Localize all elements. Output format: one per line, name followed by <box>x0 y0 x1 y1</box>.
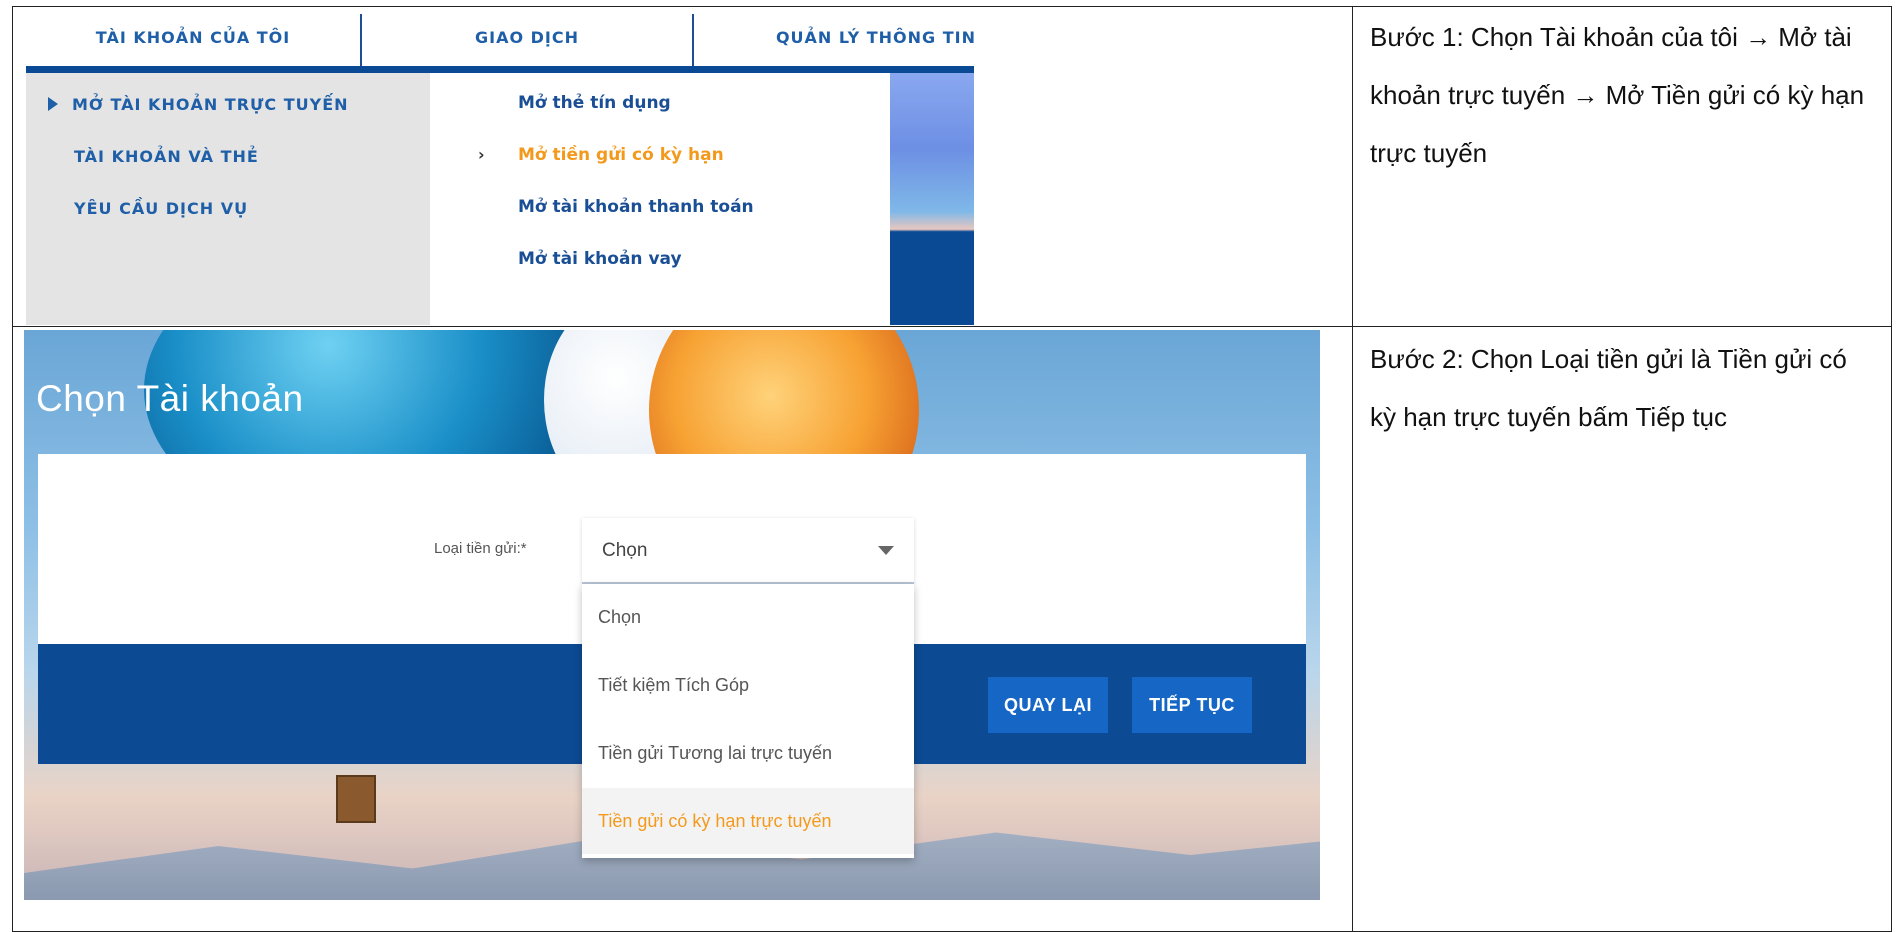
menu-submenu-panel: Mở thẻ tín dụng › Mở tiền gửi có kỳ hạn … <box>430 73 890 325</box>
menu-left-panel: MỞ TÀI KHOẢN TRỰC TUYẾN TÀI KHOẢN VÀ THẺ… <box>26 73 430 325</box>
table-divider-vertical <box>1352 6 1353 932</box>
top-navigation: TÀI KHOẢN CỦA TÔI GIAO DỊCH QUẢN LÝ THÔN… <box>26 8 974 66</box>
deposit-type-select[interactable]: Chọn <box>582 518 914 584</box>
caret-right-icon <box>48 97 58 111</box>
dropdown-option[interactable]: Tiết kiệm Tích Góp <box>582 652 914 718</box>
deposit-type-dropdown: Chọn Tiết kiệm Tích Góp Tiền gửi Tương l… <box>582 584 914 858</box>
select-value: Chọn <box>602 540 648 561</box>
tab-my-account[interactable]: TÀI KHOẢN CỦA TÔI <box>26 8 360 66</box>
menu-item-accounts-cards[interactable]: TÀI KHOẢN VÀ THẺ <box>74 147 259 166</box>
submenu-open-term-deposit[interactable]: Mở tiền gửi có kỳ hạn <box>518 145 724 165</box>
menu-item-open-online-account[interactable]: MỞ TÀI KHOẢN TRỰC TUYẾN <box>72 95 349 114</box>
dropdown-option-selected[interactable]: Tiền gửi có kỳ hạn trực tuyến <box>582 788 914 854</box>
step2-instruction: Bước 2: Chọn Loại tiền gửi là Tiền gửi c… <box>1370 344 1847 432</box>
chevron-right-icon: › <box>478 145 485 164</box>
page-title: Chọn Tài khoản <box>36 378 304 419</box>
menu-item-service-requests[interactable]: YÊU CẦU DỊCH VỤ <box>74 199 248 218</box>
tab-info-management[interactable]: QUẢN LÝ THÔNG TIN <box>694 8 974 66</box>
back-button[interactable]: QUAY LẠI <box>988 677 1108 733</box>
balloon-basket-image <box>336 775 376 823</box>
submenu-open-credit-card[interactable]: Mở thẻ tín dụng <box>518 93 671 113</box>
chevron-down-icon <box>878 546 894 555</box>
table-divider-horizontal <box>12 326 1892 327</box>
submenu-open-payment-account[interactable]: Mở tài khoản thanh toán <box>518 197 754 217</box>
tab-transactions[interactable]: GIAO DỊCH <box>362 8 692 66</box>
menu-screenshot: TÀI KHOẢN CỦA TÔI GIAO DỊCH QUẢN LÝ THÔN… <box>26 8 974 325</box>
nav-underline <box>26 66 974 73</box>
deposit-type-label: Loại tiền gửi:* <box>434 540 527 557</box>
dropdown-option[interactable]: Chọn <box>582 584 914 650</box>
continue-button[interactable]: TIẾP TỤC <box>1132 677 1252 733</box>
form-screenshot: Chọn Tài khoản Loại tiền gửi:* Chọn Chọn… <box>24 330 1320 900</box>
dropdown-option[interactable]: Tiền gửi Tương lai trực tuyến <box>582 720 914 786</box>
banner-image <box>890 73 974 325</box>
step1-instruction: Bước 1: Chọn Tài khoản của tôi → Mở tài … <box>1370 22 1865 168</box>
submenu-open-loan-account[interactable]: Mở tài khoản vay <box>518 249 682 269</box>
